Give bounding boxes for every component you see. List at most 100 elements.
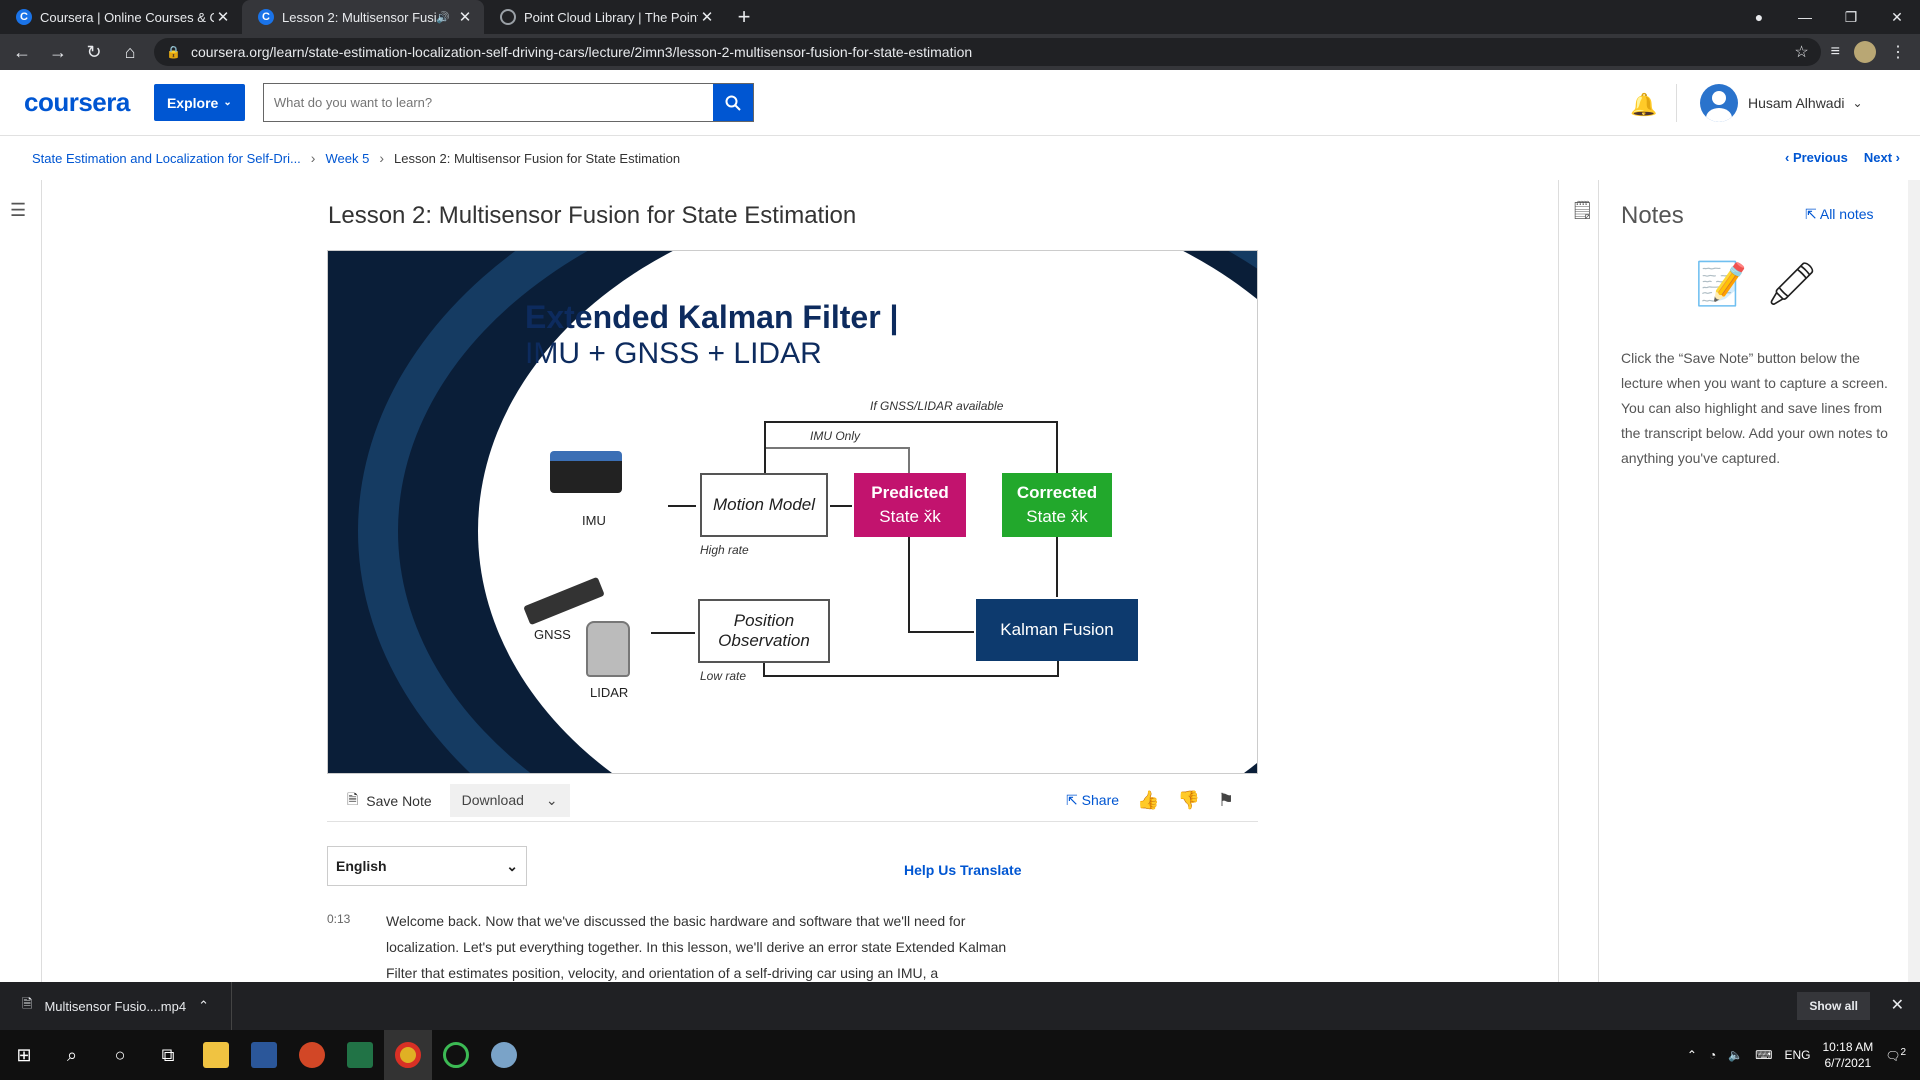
transcript-text[interactable]: Welcome back. Now that we've discussed t…	[386, 908, 1036, 986]
language-value: English	[336, 858, 387, 874]
network-icon[interactable]: ◔	[1709, 1048, 1716, 1062]
forward-button[interactable]: →	[44, 42, 72, 63]
chevron-up-icon[interactable]: ⌃	[198, 998, 209, 1014]
task-view-icon[interactable]: ⧉	[144, 1030, 192, 1080]
coursera-logo[interactable]: coursera	[24, 87, 130, 118]
highlighter-icon: 🖍	[1765, 260, 1819, 307]
cortana-icon[interactable]: ○	[96, 1030, 144, 1080]
imu-device-image	[550, 451, 622, 493]
show-all-button[interactable]: Show all	[1797, 992, 1870, 1020]
connector-line	[763, 675, 1059, 677]
profile-avatar[interactable]	[1854, 41, 1876, 63]
corrected-label: Corrected	[1016, 483, 1098, 502]
file-explorer-icon[interactable]	[192, 1030, 240, 1080]
all-notes-link[interactable]: ⇱ All notes	[1805, 206, 1874, 223]
download-item[interactable]: 🗎 Multisensor Fusio....mp4 ⌃	[22, 982, 232, 1030]
search-icon[interactable]: ⌕	[48, 1030, 96, 1080]
download-dropdown[interactable]: Download ⌄	[449, 784, 570, 817]
transcript-timestamp[interactable]: 0:13	[327, 912, 350, 926]
word-icon[interactable]	[240, 1030, 288, 1080]
close-window-button[interactable]: ✕	[1874, 9, 1920, 26]
connector-line	[908, 537, 910, 633]
chevron-down-icon: ⌄	[545, 792, 558, 808]
motion-model-block: Motion Model	[700, 473, 828, 537]
powerpoint-icon[interactable]	[288, 1030, 336, 1080]
browser-tab-coursera-home[interactable]: C Coursera | Online Courses & Cre ✕	[0, 0, 242, 34]
user-menu[interactable]: Husam Alhwadi ⌄	[1700, 84, 1863, 122]
connector-line	[830, 505, 852, 507]
video-player[interactable]: Extended Kalman Filter | IMU + GNSS + LI…	[327, 250, 1258, 774]
browser-tab-lesson[interactable]: C Lesson 2: Multisensor Fusion 🔊 ✕	[242, 0, 484, 34]
thumbs-down-icon[interactable]: 👎	[1177, 790, 1199, 811]
notifications-bell-icon[interactable]: 🔔	[1630, 92, 1657, 118]
tab-title: Point Cloud Library | The Point Cl	[524, 9, 698, 25]
audio-playing-icon[interactable]: 🔊	[436, 11, 450, 24]
share-label: Share	[1081, 792, 1120, 808]
restore-button[interactable]: ❐	[1828, 9, 1874, 26]
browser-tab-strip: C Coursera | Online Courses & Cre ✕ C Le…	[0, 0, 1920, 34]
breadcrumb-course[interactable]: State Estimation and Localization for Se…	[32, 151, 301, 166]
lecture-main: Lesson 2: Multisensor Fusion for State E…	[42, 180, 1558, 982]
close-downloads-icon[interactable]: ✕	[1891, 995, 1904, 1015]
tab-title: Lesson 2: Multisensor Fusion	[282, 9, 437, 25]
flag-icon[interactable]: ⚑	[1218, 790, 1234, 811]
search-input[interactable]	[263, 84, 713, 121]
windows-start-icon[interactable]: ⊞	[0, 1030, 48, 1080]
corrected-state-block: Corrected State x̂k	[1002, 473, 1112, 537]
outline-list-icon[interactable]: ☰	[10, 200, 26, 221]
connector-line	[764, 421, 1057, 423]
notes-title: Notes	[1621, 202, 1684, 229]
refresh-app-icon[interactable]	[432, 1030, 480, 1080]
reading-list-icon[interactable]: ≡	[1831, 43, 1840, 61]
imu-label: IMU	[582, 513, 606, 528]
profile-circle-icon[interactable]: ●	[1736, 9, 1782, 25]
minimize-button[interactable]: —	[1782, 9, 1828, 25]
search-button[interactable]	[712, 84, 753, 121]
breadcrumb-week[interactable]: Week 5	[325, 151, 369, 166]
thumbs-up-icon[interactable]: 👍	[1137, 790, 1159, 811]
help-translate-link[interactable]: Help Us Translate	[904, 862, 1022, 878]
notes-help-text: Click the “Save Note” button below the l…	[1621, 350, 1888, 466]
language-select[interactable]: English ⌄	[327, 846, 527, 886]
previous-label: Previous	[1792, 150, 1848, 165]
lock-icon[interactable]: 🔒	[166, 45, 181, 59]
address-bar[interactable]: 🔒 coursera.org/learn/state-estimation-lo…	[154, 38, 1821, 66]
keyboard-icon[interactable]: ⌨	[1755, 1048, 1772, 1062]
download-label: Download	[461, 792, 524, 808]
predicted-label: Predicted	[871, 483, 949, 502]
volume-icon[interactable]: 🔈	[1728, 1048, 1743, 1062]
next-button[interactable]: Next ›	[1864, 150, 1900, 165]
share-button[interactable]: ⇱ Share	[1066, 792, 1119, 809]
previous-button[interactable]: ‹ Previous	[1785, 150, 1848, 165]
chevron-down-icon: ⌄	[223, 97, 232, 108]
site-header: coursera Explore ⌄ 🔔 Husam Alhwadi ⌄	[0, 70, 1920, 136]
notes-page-icon: 🗒	[1571, 200, 1594, 220]
language-indicator[interactable]: ENG	[1784, 1048, 1810, 1062]
slide-title: Extended Kalman Filter |	[525, 299, 899, 335]
reload-button[interactable]: ↻	[80, 42, 108, 63]
back-button[interactable]: ←	[8, 42, 36, 63]
home-button[interactable]: ⌂	[116, 42, 144, 63]
close-tab-icon[interactable]: ✕	[698, 8, 716, 26]
notes-scrollbar[interactable]	[1908, 180, 1920, 982]
browser-menu-icon[interactable]: ⋮	[1890, 42, 1906, 62]
chevron-up-icon[interactable]: ⌃	[1687, 1048, 1697, 1062]
close-tab-icon[interactable]: ✕	[214, 8, 232, 26]
notifications-icon[interactable]: 🗨2	[1885, 1047, 1906, 1063]
new-tab-button[interactable]: +	[726, 0, 762, 34]
explore-button[interactable]: Explore ⌄	[153, 84, 245, 121]
if-available-label: If GNSS/LIDAR available	[870, 399, 1004, 413]
browser-tab-pcl[interactable]: Point Cloud Library | The Point Cl ✕	[484, 0, 726, 34]
notification-count: 2	[1900, 1047, 1906, 1058]
excel-icon[interactable]	[336, 1030, 384, 1080]
predicted-state-block: Predicted State x̌k	[854, 473, 966, 537]
bookmark-star-icon[interactable]: ☆	[1794, 42, 1808, 62]
notes-tab[interactable]: 🗒	[1559, 180, 1599, 982]
save-note-button[interactable]: 🗎 Save Note	[347, 789, 432, 813]
snipping-tool-icon[interactable]	[480, 1030, 528, 1080]
downloads-bar: 🗎 Multisensor Fusio....mp4 ⌃ Show all ✕	[0, 982, 1920, 1030]
breadcrumb: State Estimation and Localization for Se…	[32, 150, 680, 166]
clock[interactable]: 10:18 AM 6/7/2021	[1823, 1039, 1874, 1071]
chrome-icon[interactable]	[384, 1030, 432, 1080]
close-tab-icon[interactable]: ✕	[456, 8, 474, 26]
